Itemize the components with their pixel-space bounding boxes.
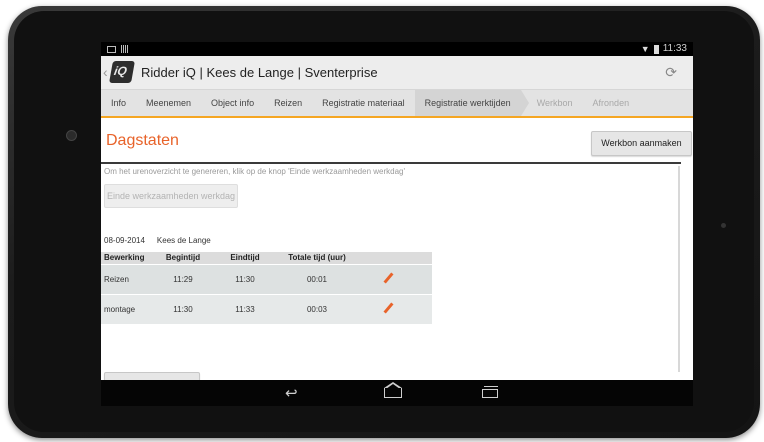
page-title: Dagstaten xyxy=(106,132,179,149)
cell-totaal: 00:01 xyxy=(306,275,328,284)
info-text: Om het urenoverzicht te genereren, klik … xyxy=(104,167,405,176)
pencil-edit-icon[interactable] xyxy=(382,303,394,315)
header-actions xyxy=(358,252,418,264)
tab-object-info[interactable]: Object info xyxy=(201,90,264,116)
nav-back-icon[interactable]: ↩ xyxy=(285,384,298,402)
tab-bar: Info Meenemen Object info Reizen Registr… xyxy=(101,90,693,118)
logo-text: iQ xyxy=(112,64,129,78)
table-row[interactable]: montage 11:30 11:33 00:03 xyxy=(101,295,432,324)
tab-werkbon: Werkbon xyxy=(536,98,573,108)
cell-bewerking: Reizen xyxy=(104,275,129,284)
status-bar: ▼ 11:33 xyxy=(101,42,693,56)
ridder-iq-logo[interactable]: iQ xyxy=(109,61,135,83)
tab-meenemen[interactable]: Meenemen xyxy=(136,90,201,116)
nav-home-icon[interactable] xyxy=(384,382,402,398)
table-row[interactable]: Reizen 11:29 11:30 00:01 xyxy=(101,265,432,294)
cell-begintijd: 11:29 xyxy=(173,275,193,284)
tab-info[interactable]: Info xyxy=(101,90,136,116)
front-camera xyxy=(66,130,77,141)
hours-table: Bewerking Begintijd Eindtijd Totale tijd… xyxy=(101,252,432,324)
wifi-icon: ▼ xyxy=(640,44,650,54)
system-nav-bar: ↩ xyxy=(101,380,693,406)
notification-icon xyxy=(107,45,116,53)
cell-begintijd: 11:30 xyxy=(173,305,193,314)
scrollbar[interactable] xyxy=(678,166,680,372)
signal-bars-icon xyxy=(121,45,129,53)
werkbon-aanmaken-button[interactable]: Werkbon aanmaken xyxy=(591,131,692,156)
cell-bewerking: montage xyxy=(104,305,136,314)
tab-afronden: Afronden xyxy=(592,98,630,108)
action-bar: ‹ iQ Ridder iQ | Kees de Lange | Sventer… xyxy=(101,56,693,90)
battery-icon xyxy=(653,44,659,54)
edit-cell xyxy=(358,303,418,317)
header-eindtijd: Eindtijd xyxy=(230,253,260,262)
pencil-edit-icon[interactable] xyxy=(382,273,394,285)
header-bewerking: Bewerking xyxy=(104,253,145,262)
app-title: Ridder iQ | Kees de Lange | Sventerprise xyxy=(141,65,378,80)
edit-cell xyxy=(358,273,418,287)
employee-label: Kees de Lange xyxy=(156,236,211,245)
title-divider xyxy=(101,162,681,164)
table-header: Bewerking Begintijd Eindtijd Totale tijd… xyxy=(101,252,432,264)
refresh-icon[interactable]: ⟳ xyxy=(665,64,677,81)
main-content: Dagstaten Werkbon aanmaken Om het urenov… xyxy=(101,118,693,397)
clock: 11:33 xyxy=(662,43,687,54)
light-sensor xyxy=(721,223,726,228)
cell-eindtijd: 11:33 xyxy=(235,305,255,314)
tab-registratie-werktijden[interactable]: Registratie werktijden xyxy=(414,90,529,116)
day-meta: 08-09-2014 Kees de Lange xyxy=(104,236,211,245)
einde-werkzaamheden-button: Einde werkzaamheden werkdag xyxy=(104,184,238,208)
cell-eindtijd: 11:30 xyxy=(235,275,255,284)
tab-registratie-materiaal[interactable]: Registratie materiaal xyxy=(312,90,415,116)
header-totale-tijd: Totale tijd (uur) xyxy=(288,253,346,262)
device-screen: ▼ 11:33 ‹ iQ Ridder iQ | Kees de Lange |… xyxy=(101,42,693,406)
header-begintijd: Begintijd xyxy=(165,253,201,262)
back-caret-icon[interactable]: ‹ xyxy=(103,64,108,80)
nav-recent-apps-icon[interactable] xyxy=(482,386,498,398)
cell-totaal: 00:03 xyxy=(306,305,328,314)
tab-reizen[interactable]: Reizen xyxy=(264,90,312,116)
date-label: 08-09-2014 xyxy=(104,236,145,245)
